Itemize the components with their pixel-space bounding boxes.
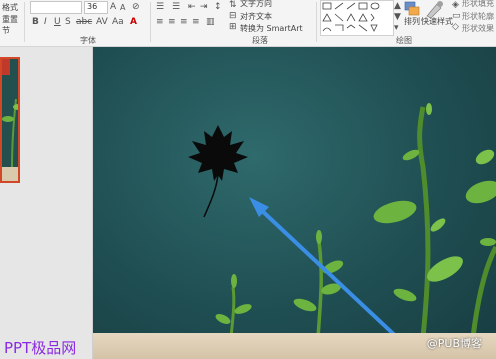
- char-spacing-icon[interactable]: AV: [96, 17, 108, 27]
- format-painter-button[interactable]: 格式: [2, 2, 18, 13]
- columns-icon[interactable]: ▥: [206, 17, 215, 27]
- increase-indent-icon[interactable]: ⇥: [200, 2, 208, 12]
- increase-font-icon[interactable]: A: [110, 2, 116, 12]
- shape-effects-icon[interactable]: ◇: [452, 22, 459, 32]
- text-direction-icon[interactable]: ⇅: [229, 0, 237, 10]
- slide-artwork: [134, 103, 496, 359]
- justify-icon[interactable]: ≡: [192, 17, 200, 27]
- slide-canvas[interactable]: @PUB博客: [93, 47, 496, 359]
- seedling-small: [215, 274, 252, 338]
- text-direction-button[interactable]: 文字方向: [240, 0, 272, 9]
- shape-fill-icon[interactable]: ◈: [452, 0, 459, 10]
- watermark-text: PPT极品网: [4, 339, 77, 357]
- slide-thumbnail-image: [2, 59, 18, 181]
- shape-outline-icon[interactable]: ▭: [452, 11, 461, 21]
- change-case-icon[interactable]: Aa: [112, 17, 124, 27]
- bullets-icon[interactable]: ☰: [156, 2, 164, 12]
- reset-button[interactable]: 重置: [2, 14, 18, 25]
- ribbon: 格式 重置 节 36 A A ⊘ B I U S abc AV Aa A 字体 …: [0, 0, 496, 47]
- align-center-icon[interactable]: ≡: [168, 17, 176, 27]
- align-right-icon[interactable]: ≡: [180, 17, 188, 27]
- group-label-paragraph: 段落: [252, 36, 268, 45]
- convert-smartart-button[interactable]: 转换为 SmartArt: [240, 23, 303, 34]
- shapes-gallery[interactable]: [320, 0, 394, 36]
- maple-leaf-icon: [188, 125, 248, 218]
- shape-fill-button[interactable]: 形状填充: [462, 0, 494, 9]
- gallery-up-icon[interactable]: ▲: [394, 1, 401, 11]
- group-label-font: 字体: [80, 36, 96, 45]
- decrease-font-icon[interactable]: A: [120, 3, 125, 12]
- bold-icon[interactable]: B: [32, 17, 39, 27]
- clear-format-icon[interactable]: ⊘: [132, 2, 140, 12]
- arrange-label: 排列: [404, 17, 420, 26]
- font-color-icon[interactable]: A: [130, 17, 137, 27]
- smartart-icon[interactable]: ⊞: [229, 22, 237, 32]
- shape-outline-button[interactable]: 形状轮廓: [462, 11, 494, 22]
- section-button[interactable]: 节: [2, 25, 10, 36]
- quick-styles-label: 快速样式: [421, 17, 453, 26]
- font-size-value: 36: [87, 2, 98, 11]
- arrange-button[interactable]: 排列: [403, 0, 421, 33]
- shape-effects-button[interactable]: 形状效果: [462, 23, 494, 34]
- align-text-button[interactable]: 对齐文本: [240, 11, 272, 22]
- underline-icon[interactable]: U: [54, 17, 61, 27]
- font-name-box[interactable]: [30, 1, 82, 14]
- slide-credit-text: @PUB博客: [426, 337, 482, 350]
- group-label-drawing: 绘图: [396, 36, 412, 45]
- align-text-icon[interactable]: ⊟: [229, 11, 237, 21]
- slide-thumbnail-pane: PPT极品网: [0, 47, 93, 359]
- quick-styles-button[interactable]: 快速样式: [421, 0, 453, 33]
- decrease-indent-icon[interactable]: ⇤: [188, 2, 196, 12]
- font-size-box[interactable]: 36: [84, 1, 108, 14]
- plant-tall: [373, 103, 496, 338]
- shadow-icon[interactable]: S: [65, 17, 71, 27]
- gallery-down-icon[interactable]: ▼: [394, 12, 401, 22]
- shapes-gallery-icons: [322, 2, 380, 32]
- align-left-icon[interactable]: ≡: [156, 17, 164, 27]
- strikethrough-icon[interactable]: abc: [76, 17, 92, 27]
- gallery-more-icon[interactable]: ▾: [394, 23, 399, 33]
- line-spacing-icon[interactable]: ↕: [214, 2, 222, 12]
- numbering-icon[interactable]: ☰: [172, 2, 180, 12]
- slide-thumbnail-1[interactable]: [0, 57, 20, 183]
- italic-icon[interactable]: I: [44, 17, 47, 27]
